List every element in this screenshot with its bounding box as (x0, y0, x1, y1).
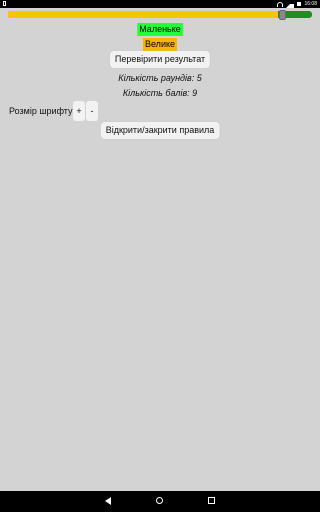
home-icon[interactable] (156, 497, 163, 504)
battery-icon (297, 2, 302, 6)
back-icon[interactable] (105, 497, 111, 505)
rounds-count: Кількість раундів: 5 (118, 73, 202, 83)
font-size-label: Розмір шрифту: (9, 106, 76, 116)
recent-apps-icon[interactable] (208, 497, 215, 504)
slider-track-filled (8, 11, 278, 18)
wifi-icon (277, 1, 284, 7)
big-button[interactable]: Велике (142, 38, 178, 51)
slider[interactable] (8, 10, 312, 20)
navigation-bar (0, 491, 320, 512)
clock: 16:08 (304, 1, 317, 7)
check-result-button[interactable]: Перевірити результат (109, 51, 211, 68)
notification-icon (3, 1, 6, 6)
toggle-rules-button[interactable]: Відкрити/закрити правила (100, 122, 220, 139)
small-button[interactable]: Маленьке (137, 23, 183, 36)
font-decrease-button[interactable]: - (86, 101, 98, 121)
slider-thumb[interactable] (279, 10, 286, 20)
status-bar: 16:08 (0, 0, 320, 8)
points-count: Кількість балів: 9 (122, 88, 198, 98)
signal-icon (286, 0, 295, 8)
font-increase-button[interactable]: + (73, 101, 85, 121)
